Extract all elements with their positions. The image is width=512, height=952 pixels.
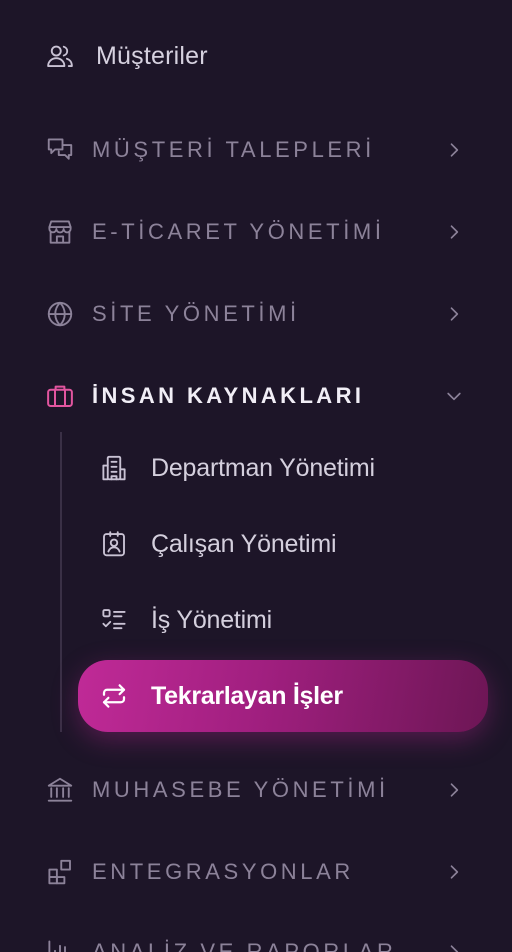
menu-section-site[interactable]: SİTE YÖNETİMİ bbox=[0, 284, 512, 344]
menu-section-analytics[interactable]: ANALİZ VE RAPORLAR bbox=[0, 922, 512, 952]
submenu-item-label: Tekrarlayan İşler bbox=[151, 681, 343, 710]
briefcase-icon bbox=[44, 380, 76, 412]
repeat-icon bbox=[98, 680, 130, 712]
globe-icon bbox=[44, 298, 76, 330]
menu-section-integrations[interactable]: ENTEGRASYONLAR bbox=[0, 842, 512, 902]
chevron-right-icon bbox=[442, 138, 466, 162]
submenu-item-employees[interactable]: Çalışan Yönetimi bbox=[78, 508, 488, 580]
id-badge-icon bbox=[98, 528, 130, 560]
menu-section-requests[interactable]: MÜŞTERİ TALEPLERİ bbox=[0, 120, 512, 180]
menu-section-label: MUHASEBE YÖNETİMİ bbox=[92, 777, 389, 802]
submenu-item-departments[interactable]: Departman Yönetimi bbox=[78, 432, 488, 504]
chevron-right-icon bbox=[442, 302, 466, 326]
chevron-right-icon bbox=[442, 860, 466, 884]
chevron-right-icon bbox=[442, 778, 466, 802]
bar-chart-icon bbox=[44, 936, 76, 952]
menu-section-label: İNSAN KAYNAKLARI bbox=[92, 383, 365, 408]
chevron-right-icon bbox=[442, 220, 466, 244]
menu-section-hr[interactable]: İNSAN KAYNAKLARI bbox=[0, 366, 512, 426]
menu-section-label: ENTEGRASYONLAR bbox=[92, 859, 354, 884]
chat-bubbles-icon bbox=[44, 134, 76, 166]
submenu-item-recurring-tasks[interactable]: Tekrarlayan İşler bbox=[78, 660, 488, 732]
menu-section-label: ANALİZ VE RAPORLAR bbox=[92, 939, 397, 952]
sidebar: Müşteriler MÜŞTERİ TALEPLERİ E-TİCARET Y… bbox=[0, 0, 512, 952]
chevron-down-icon bbox=[442, 384, 466, 408]
users-icon bbox=[44, 40, 76, 72]
blocks-icon bbox=[44, 856, 76, 888]
building-icon bbox=[98, 452, 130, 484]
menu-section-accounting[interactable]: MUHASEBE YÖNETİMİ bbox=[0, 760, 512, 820]
menu-section-ecommerce[interactable]: E-TİCARET YÖNETİMİ bbox=[0, 202, 512, 262]
menu-section-label: SİTE YÖNETİMİ bbox=[92, 301, 300, 326]
menu-section-label: E-TİCARET YÖNETİMİ bbox=[92, 219, 385, 244]
submenu-item-label: Departman Yönetimi bbox=[151, 453, 375, 482]
menu-item-label: Müşteriler bbox=[96, 41, 208, 70]
menu-item-customers[interactable]: Müşteriler bbox=[0, 26, 512, 86]
store-icon bbox=[44, 216, 76, 248]
chevron-right-icon bbox=[442, 940, 466, 952]
submenu-item-label: Çalışan Yönetimi bbox=[151, 529, 337, 558]
submenu-item-label: İş Yönetimi bbox=[151, 605, 273, 634]
menu-section-label: MÜŞTERİ TALEPLERİ bbox=[92, 137, 375, 162]
submenu-item-tasks[interactable]: İş Yönetimi bbox=[78, 584, 488, 656]
bank-icon bbox=[44, 774, 76, 806]
submenu-guide-line bbox=[60, 432, 62, 732]
checklist-icon bbox=[98, 604, 130, 636]
